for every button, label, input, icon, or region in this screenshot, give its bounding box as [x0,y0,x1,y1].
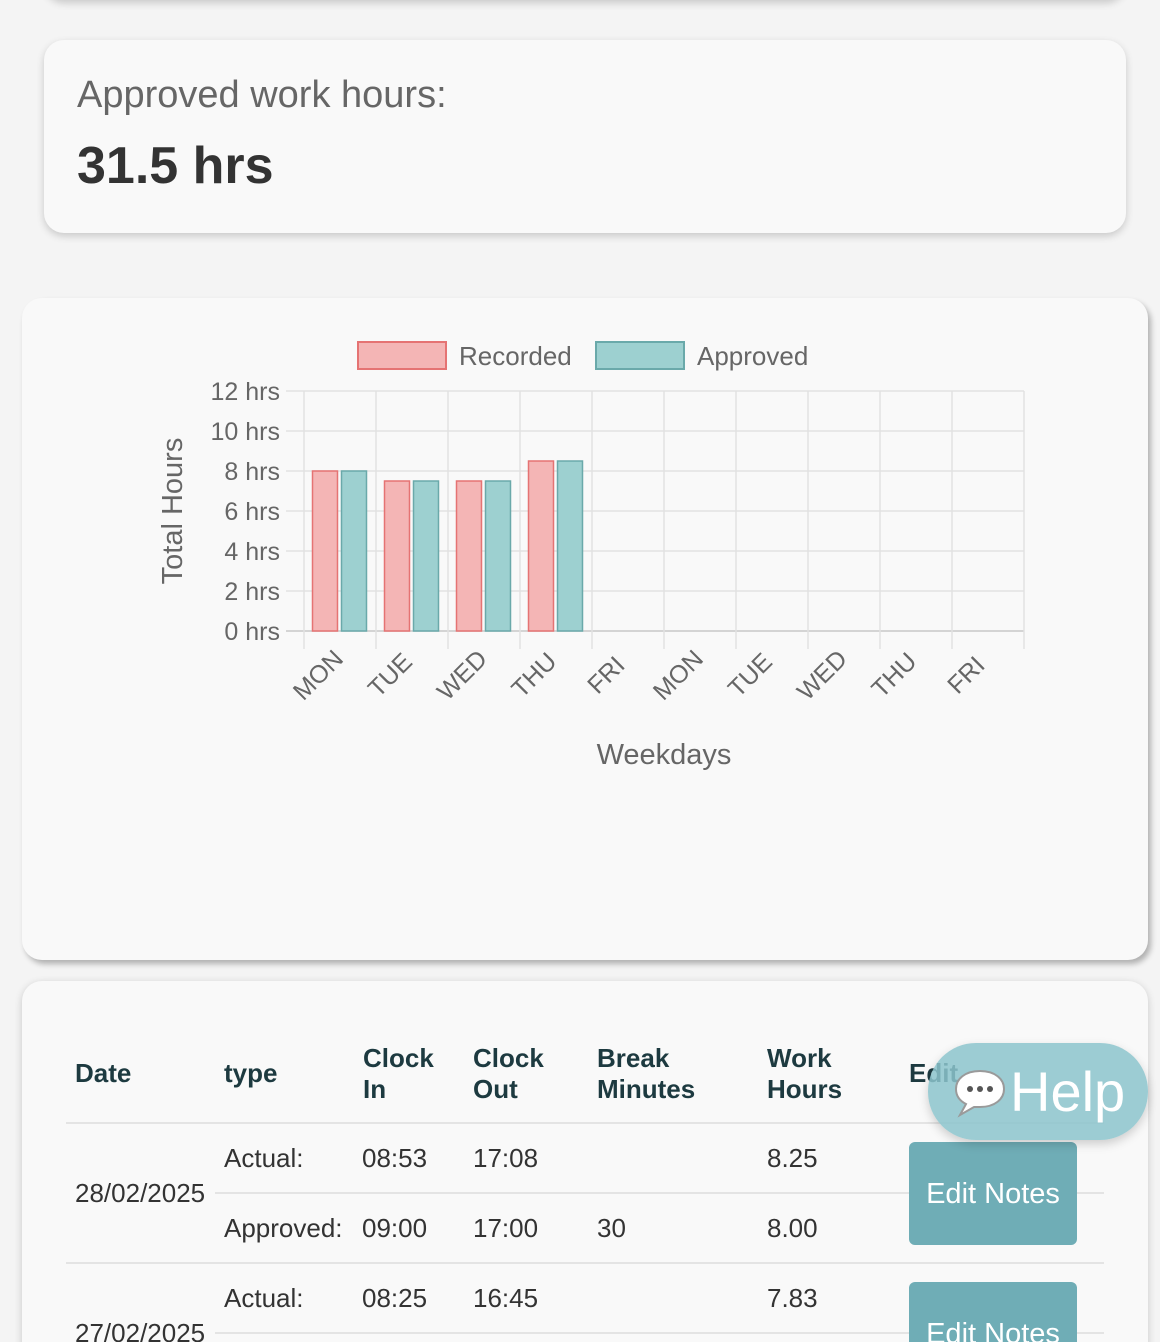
row-divider [66,1262,1104,1264]
legend-label-approved: Approved [697,341,808,371]
row1-edit-notes-button[interactable]: Edit Notes [909,1142,1077,1245]
bar-recorded [311,470,339,632]
header-work-line1: Work [767,1043,832,1073]
header-break-line2: Minutes [597,1074,696,1104]
x-tick-label: WED [792,645,853,706]
x-tick-label: MON [288,645,349,706]
header-clock-in-line2: In [363,1074,387,1104]
row2-actual-clock-in: 08:25 [362,1283,428,1313]
bar-recorded [383,480,411,632]
x-tick-label: TUE [723,648,778,703]
header-clock-out-line2: Out [473,1074,518,1104]
timesheet-table-card: Date type Clock In Clock Out Break Minut… [22,981,1148,1342]
x-axis-title: Weekdays [597,739,732,771]
y-tick-label: 8 hrs [224,458,280,486]
y-tick-label: 6 hrs [224,498,280,526]
y-tick-label: 10 hrs [211,418,280,446]
row1-actual-hours: 8.25 [767,1143,818,1173]
legend-swatch-approved [595,341,685,370]
y-tick-label: 0 hrs [224,618,280,646]
chat-bubble-icon [954,1069,1006,1118]
help-button[interactable]: Help [928,1043,1148,1140]
row1-approved-type: Approved: [224,1213,343,1243]
row1-approved-hours: 8.00 [767,1213,818,1243]
row2-actual-type: Actual: [224,1283,304,1313]
header-work-line2: Hours [767,1074,843,1104]
approved-hours-card: Approved work hours: 31.5 hrs [44,40,1126,233]
row1-actual-clock-in: 08:53 [362,1143,428,1173]
row1-date: 28/02/2025 [75,1178,206,1208]
row1-approved-clock-in: 09:00 [362,1213,428,1243]
approved-hours-label: Approved work hours: [77,74,447,116]
header-date: Date [75,1058,132,1088]
row1-approved-break: 30 [597,1213,626,1243]
bar-recorded [527,460,555,632]
header-clock-in-line1: Clock [363,1043,434,1073]
x-tick-label: FRI [942,651,990,699]
y-tick-label: 12 hrs [211,378,280,406]
bar-approved [412,480,440,632]
y-axis-title: Total Hours [157,438,189,585]
header-clock-in: Clock In [363,1043,434,1105]
row1-actual-type: Actual: [224,1143,304,1173]
bar-recorded [455,480,483,632]
x-tick-label: MON [648,645,709,706]
header-type: type [224,1058,278,1088]
approved-hours-value: 31.5 hrs [77,137,274,195]
x-tick-label: THU [506,647,562,703]
x-tick-label: THU [866,647,922,703]
x-tick-label: TUE [363,648,418,703]
legend-label-recorded: Recorded [459,341,572,371]
row1-approved-clock-out: 17:00 [473,1213,539,1243]
row2-actual-hours: 7.83 [767,1283,818,1313]
bar-approved [484,480,512,632]
help-label: Help [1010,1059,1126,1123]
weekly-hours-chart-card: 0 hrs 2 hrs 4 hrs 6 hrs 8 hrs 10 hrs 12 hrs MON… [22,298,1148,960]
y-tick-label: 4 hrs [224,538,280,566]
x-tick-label: WED [432,645,493,706]
row2-date: 27/02/2025 [75,1318,206,1342]
header-break-line1: Break [597,1043,670,1073]
bar-approved [340,470,368,632]
header-clock-out: Clock Out [473,1043,544,1105]
row2-actual-clock-out: 16:45 [473,1283,539,1313]
header-work-hours: Work Hours [767,1043,842,1105]
weekly-hours-chart: 0 hrs 2 hrs 4 hrs 6 hrs 8 hrs 10 hrs 12 hrs MON… [157,341,1025,771]
y-tick-label: 2 hrs [224,578,280,606]
legend-swatch-recorded [357,341,447,370]
header-clock-out-line1: Clock [473,1043,544,1073]
row1-actual-clock-out: 17:08 [473,1143,539,1173]
bar-approved [556,460,584,632]
row2-edit-notes-button[interactable]: Edit Notes [909,1282,1077,1342]
header-break-minutes: Break Minutes [597,1043,695,1105]
x-tick-label: FRI [582,651,630,699]
